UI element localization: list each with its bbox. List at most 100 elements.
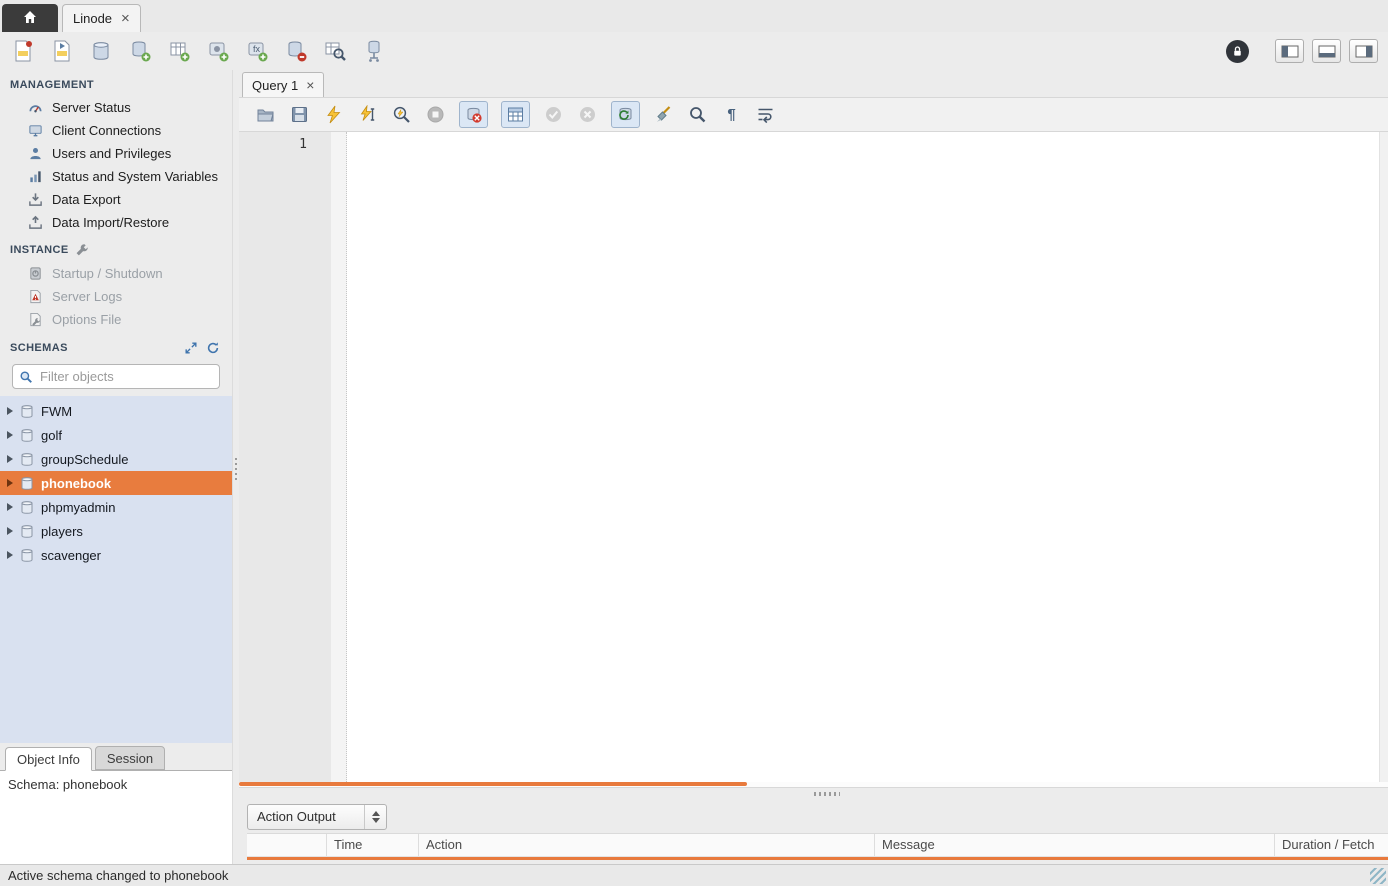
options-file-icon bbox=[28, 312, 43, 327]
server-logs-icon bbox=[28, 289, 43, 304]
toggle-stop-on-error-button[interactable] bbox=[459, 101, 488, 128]
new-query-tab-icon[interactable] bbox=[10, 38, 36, 64]
home-tab[interactable] bbox=[2, 4, 58, 32]
schema-icon bbox=[20, 404, 34, 419]
reconnect-server-icon[interactable] bbox=[361, 38, 387, 64]
schema-icon bbox=[20, 548, 34, 563]
main-toolbar: fx bbox=[0, 32, 1388, 70]
stop-execution-icon[interactable] bbox=[425, 104, 446, 125]
splitter-grip-icon bbox=[235, 458, 237, 480]
sidebar-item-users-and-privileges[interactable]: Users and Privileges bbox=[0, 142, 232, 165]
drop-object-icon[interactable] bbox=[283, 38, 309, 64]
toggle-autocommit-button[interactable] bbox=[611, 101, 640, 128]
tab-object-info[interactable]: Object Info bbox=[5, 747, 92, 771]
show-invisible-characters-icon[interactable]: ¶ bbox=[721, 104, 742, 125]
create-function-icon[interactable]: fx bbox=[244, 38, 270, 64]
expand-arrow-icon[interactable] bbox=[7, 503, 13, 511]
sidebar-item-startup-shutdown[interactable]: Startup / Shutdown bbox=[0, 262, 232, 285]
stop-on-error-icon bbox=[463, 104, 484, 125]
output-col-message[interactable]: Message bbox=[875, 834, 1275, 856]
rollback-icon[interactable] bbox=[577, 104, 598, 125]
query-tab-label: Query 1 bbox=[252, 78, 298, 93]
query-tab-1[interactable]: Query 1 × bbox=[242, 72, 324, 97]
query-toolbar: ¶ bbox=[239, 97, 1388, 132]
schema-row-players[interactable]: players bbox=[0, 519, 232, 543]
sidebar-item-server-status[interactable]: Server Status bbox=[0, 96, 232, 119]
expand-arrow-icon[interactable] bbox=[7, 527, 13, 535]
connection-status-icon[interactable] bbox=[1226, 40, 1249, 63]
status-bar-message: Active schema changed to phonebook bbox=[8, 868, 228, 883]
sidebar-item-server-logs[interactable]: Server Logs bbox=[0, 285, 232, 308]
connection-tab-linode[interactable]: Linode × bbox=[62, 4, 141, 32]
schema-name: golf bbox=[41, 428, 62, 443]
object-info-text: Schema: phonebook bbox=[8, 777, 127, 792]
execute-script-icon[interactable] bbox=[323, 104, 344, 125]
toggle-right-sidebar-icon[interactable] bbox=[1349, 39, 1378, 63]
sidebar-item-client-connections[interactable]: Client Connections bbox=[0, 119, 232, 142]
expand-arrow-icon[interactable] bbox=[7, 455, 13, 463]
commit-icon[interactable] bbox=[543, 104, 564, 125]
toggle-output-panel-icon[interactable] bbox=[1312, 39, 1341, 63]
content-area: MANAGEMENT Server Status Client Connecti… bbox=[0, 70, 1388, 864]
output-col-time[interactable]: Time bbox=[327, 834, 419, 856]
sql-editor[interactable]: 1 bbox=[239, 132, 1388, 782]
schema-filter-input[interactable] bbox=[38, 368, 213, 385]
toggle-limit-rows-button[interactable] bbox=[501, 101, 530, 128]
output-col-duration[interactable]: Duration / Fetch bbox=[1275, 834, 1388, 856]
output-view-selector[interactable]: Action Output bbox=[247, 804, 387, 830]
schema-row-scavenger[interactable]: scavenger bbox=[0, 543, 232, 567]
schema-icon bbox=[20, 524, 34, 539]
sidebar-splitter[interactable] bbox=[232, 70, 239, 864]
editor-vertical-scrollbar[interactable] bbox=[1379, 132, 1388, 782]
connection-tab-label: Linode bbox=[73, 11, 112, 26]
main-toolbar-left: fx bbox=[10, 38, 387, 64]
resize-grip-icon[interactable] bbox=[1370, 868, 1386, 884]
schema-row-golf[interactable]: golf bbox=[0, 423, 232, 447]
create-schema-icon[interactable] bbox=[88, 38, 114, 64]
create-view-icon[interactable] bbox=[166, 38, 192, 64]
schema-row-groupschedule[interactable]: groupSchedule bbox=[0, 447, 232, 471]
expand-arrow-icon[interactable] bbox=[7, 431, 13, 439]
save-script-icon[interactable] bbox=[289, 104, 310, 125]
expand-arrow-icon[interactable] bbox=[7, 479, 13, 487]
scrollbar-thumb[interactable] bbox=[239, 782, 747, 786]
selector-spinner[interactable] bbox=[364, 805, 386, 829]
schema-row-phonebook-selected[interactable]: phonebook bbox=[0, 471, 232, 495]
sidebar-item-label: Client Connections bbox=[52, 123, 161, 138]
expand-arrow-icon[interactable] bbox=[7, 407, 13, 415]
status-bar: Active schema changed to phonebook bbox=[0, 864, 1388, 886]
sidebar-item-status-system-variables[interactable]: Status and System Variables bbox=[0, 165, 232, 188]
explain-plan-icon[interactable] bbox=[391, 104, 412, 125]
data-import-icon bbox=[28, 215, 43, 230]
sidebar-item-options-file[interactable]: Options File bbox=[0, 308, 232, 331]
schema-icon bbox=[20, 476, 34, 491]
sidebar-item-label: Users and Privileges bbox=[52, 146, 171, 161]
create-procedure-icon[interactable] bbox=[205, 38, 231, 64]
refresh-schemas-icon[interactable] bbox=[206, 341, 220, 355]
schema-row-fwm[interactable]: FWM bbox=[0, 399, 232, 423]
close-icon[interactable]: × bbox=[306, 78, 314, 92]
create-table-icon[interactable] bbox=[127, 38, 153, 64]
data-export-icon bbox=[28, 192, 43, 207]
startup-shutdown-icon bbox=[28, 266, 43, 281]
schema-icon bbox=[20, 500, 34, 515]
close-icon[interactable]: × bbox=[121, 11, 130, 26]
schema-row-phpmyadmin[interactable]: phpmyadmin bbox=[0, 495, 232, 519]
tab-session[interactable]: Session bbox=[95, 746, 165, 770]
execute-current-statement-icon[interactable] bbox=[357, 104, 378, 125]
open-sql-script-icon[interactable] bbox=[49, 38, 75, 64]
toggle-word-wrap-icon[interactable] bbox=[755, 104, 776, 125]
toggle-left-sidebar-icon[interactable] bbox=[1275, 39, 1304, 63]
sidebar-item-data-import-restore[interactable]: Data Import/Restore bbox=[0, 211, 232, 234]
expand-arrow-icon[interactable] bbox=[7, 551, 13, 559]
output-panel-splitter[interactable] bbox=[239, 787, 1388, 800]
open-file-icon[interactable] bbox=[255, 104, 276, 125]
beautify-sql-icon[interactable] bbox=[653, 104, 674, 125]
output-col-action[interactable]: Action bbox=[419, 834, 875, 856]
sidebar-item-data-export[interactable]: Data Export bbox=[0, 188, 232, 211]
search-table-data-icon[interactable] bbox=[322, 38, 348, 64]
sidebar: MANAGEMENT Server Status Client Connecti… bbox=[0, 70, 232, 864]
expand-schemas-icon[interactable] bbox=[184, 341, 198, 355]
code-input-area[interactable] bbox=[347, 132, 1379, 782]
find-icon[interactable] bbox=[687, 104, 708, 125]
